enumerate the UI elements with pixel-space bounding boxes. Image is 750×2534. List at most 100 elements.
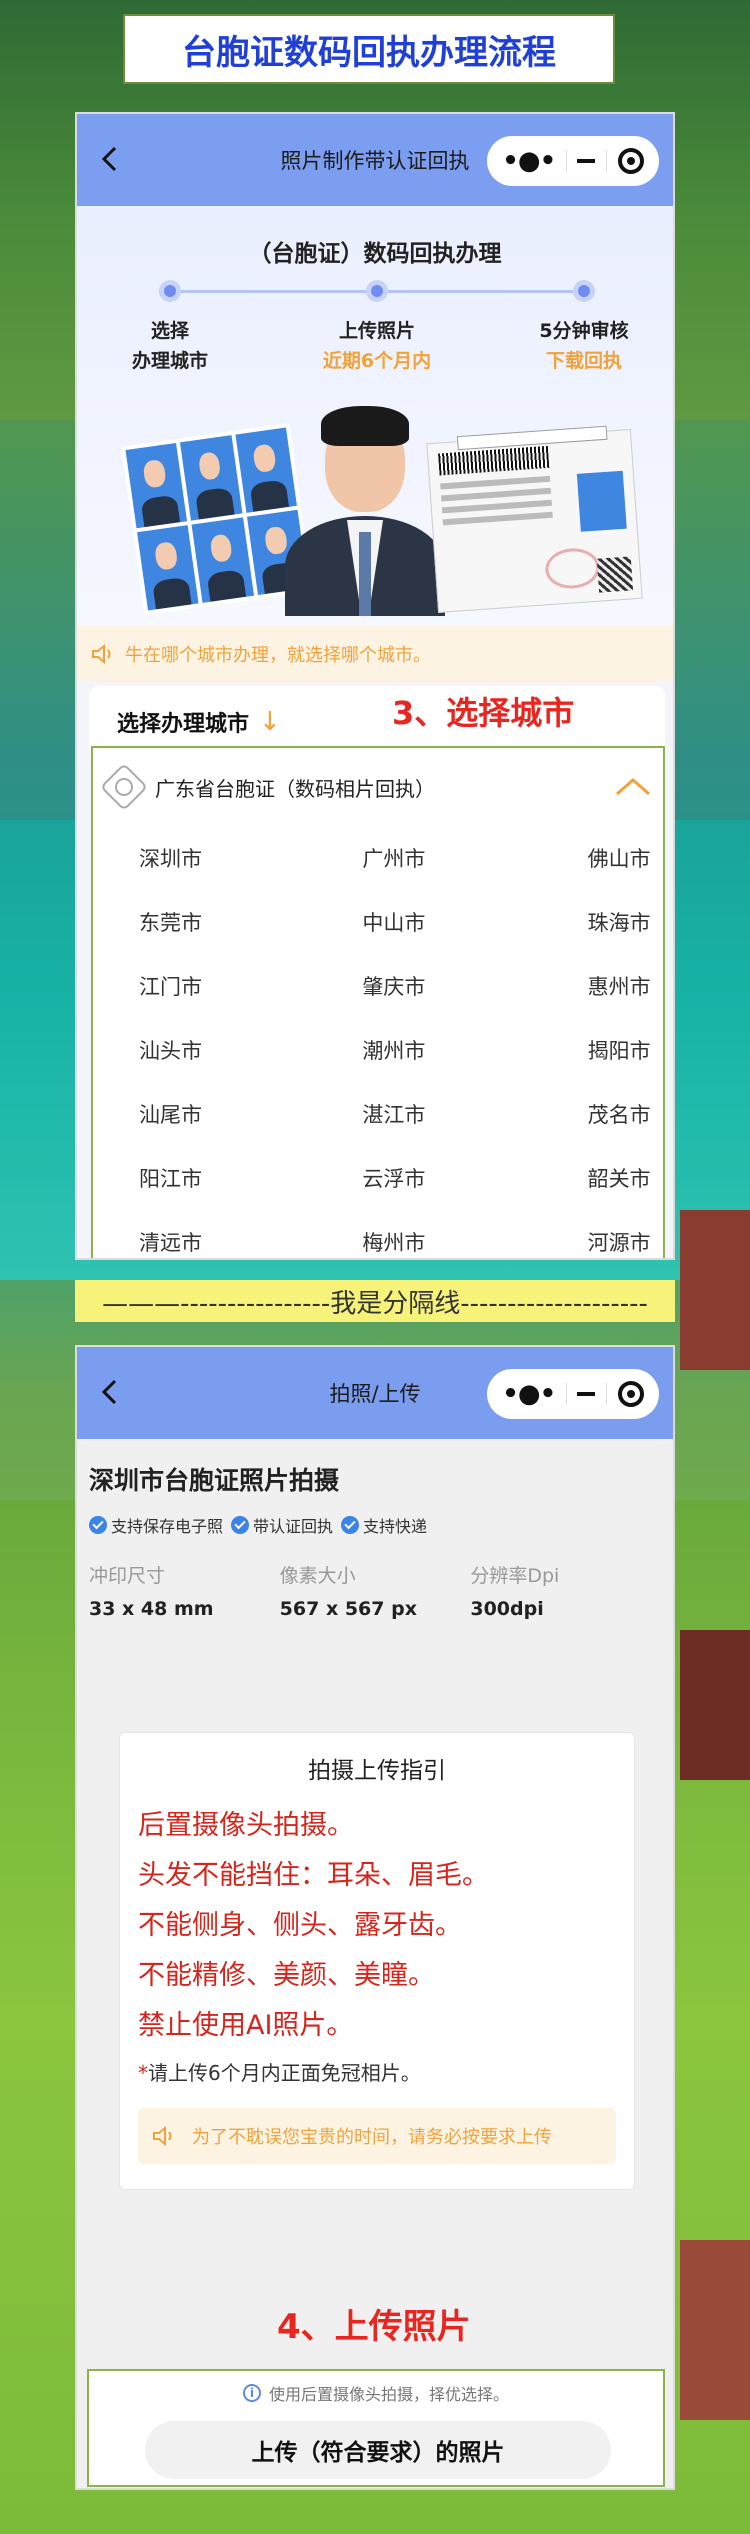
more-icon[interactable]: •●• bbox=[502, 1379, 556, 1409]
province-panel: 广东省台胞证（数码相片回执） 深圳市 广州市 佛山市东莞市 中山市 珠海市江门市 肇庆市惠… bbox=[91, 746, 665, 1258]
nav-bar: 拍照/上传 •●• bbox=[77, 1347, 673, 1439]
city-option[interactable]: 潮州市 bbox=[300, 1018, 481, 1082]
spec-label: 分辨率Dpi bbox=[470, 1565, 560, 1587]
step-sublabel: 近期6个月内 bbox=[322, 350, 432, 372]
page-title-box: 台胞证数码回执办理流程 bbox=[123, 14, 615, 84]
minimize-icon[interactable] bbox=[577, 1392, 596, 1396]
feature-tags: 支持保存电子照 带认证回执 支持快递 bbox=[89, 1513, 661, 1537]
guide-rule: 不能精修、美颜、美瞳。 bbox=[138, 1960, 435, 1991]
info-icon: i bbox=[242, 2384, 261, 2402]
guide-note-text: 请上传6个月内正面免冠相片。 bbox=[148, 2061, 421, 2085]
check-circle-icon bbox=[231, 1516, 250, 1534]
city-option[interactable]: 佛山市 bbox=[482, 826, 663, 890]
guide-title: 拍摄上传指引 bbox=[308, 1758, 446, 1784]
guide-rule: 头发不能挡住：耳朵、眉毛。 bbox=[138, 1860, 489, 1891]
feature-tag: 支持快递 bbox=[341, 1513, 427, 1537]
speaker-icon bbox=[152, 2125, 178, 2147]
background-house bbox=[680, 2240, 750, 2420]
city-option[interactable]: 茂名市 bbox=[482, 1082, 663, 1146]
city-option[interactable]: 肇庆市 bbox=[300, 954, 481, 1018]
upload-tip-text: 使用后置摄像头拍摄，择优选择。 bbox=[268, 2385, 509, 2404]
upload-body: 深圳市台胞证照片拍摄 支持保存电子照 带认证回执 支持快递 冲印尺寸 33 x … bbox=[77, 1461, 673, 1620]
close-target-icon[interactable] bbox=[617, 1381, 644, 1407]
guide-note: *请上传6个月内正面免冠相片。 bbox=[138, 2057, 616, 2086]
spec-value: 300dpi bbox=[470, 1598, 544, 1620]
city-option[interactable]: 云浮市 bbox=[300, 1146, 481, 1210]
city-option[interactable]: 河源市 bbox=[482, 1210, 663, 1258]
spec-value: 567 x 567 px bbox=[279, 1598, 417, 1620]
step-sublabel: 办理城市 bbox=[131, 350, 208, 372]
step-dot bbox=[366, 280, 388, 302]
capsule-divider bbox=[565, 150, 567, 172]
feature-tag: 带认证回执 bbox=[231, 1513, 333, 1537]
city-option[interactable]: 揭阳市 bbox=[482, 1018, 663, 1082]
sample-portrait bbox=[285, 406, 445, 616]
mini-program-capsule: •●• bbox=[487, 1369, 659, 1419]
more-icon[interactable]: •●• bbox=[502, 146, 556, 176]
process-header: （台胞证）数码回执办理 选择 办理城市 上传照片 近期6个月内 5分钟审核 下载… bbox=[77, 206, 673, 626]
step-select-city: 选择 办理城市 bbox=[85, 316, 255, 376]
city-option[interactable]: 梅州市 bbox=[300, 1210, 481, 1258]
back-icon[interactable] bbox=[95, 144, 125, 174]
city-option[interactable]: 汕尾市 bbox=[119, 1082, 300, 1146]
back-icon[interactable] bbox=[95, 1377, 125, 1407]
speaker-icon bbox=[91, 643, 117, 665]
spec-print-size: 冲印尺寸 33 x 48 mm bbox=[89, 1561, 280, 1620]
step-sublabel: 下载回执 bbox=[545, 350, 622, 372]
screen-select-city: 照片制作带认证回执 •●• （台胞证）数码回执办理 选择 办理城市 上传照片 近… bbox=[75, 112, 675, 1260]
city-option[interactable]: 江门市 bbox=[119, 954, 300, 1018]
feature-tag-label: 支持保存电子照 bbox=[111, 1517, 224, 1536]
city-option[interactable]: 清远市 bbox=[119, 1210, 300, 1258]
nav-title: 拍照/上传 bbox=[329, 1382, 421, 1406]
step-label: 上传照片 bbox=[338, 320, 415, 342]
city-option[interactable]: 东莞市 bbox=[119, 890, 300, 954]
photo-specs: 冲印尺寸 33 x 48 mm 像素大小 567 x 567 px 分辨率Dpi… bbox=[89, 1561, 661, 1620]
city-option[interactable]: 珠海市 bbox=[482, 890, 663, 954]
sample-receipt-image bbox=[426, 425, 643, 613]
capsule-divider bbox=[565, 1383, 567, 1405]
step-review: 5分钟审核 下载回执 bbox=[499, 316, 669, 376]
city-option[interactable]: 中山市 bbox=[300, 890, 481, 954]
screen-upload: 拍照/上传 •●• 深圳市台胞证照片拍摄 支持保存电子照 带认证回执 支持快递 … bbox=[75, 1345, 675, 2490]
city-option[interactable]: 阳江市 bbox=[119, 1146, 300, 1210]
capsule-divider bbox=[606, 150, 608, 172]
mini-program-capsule: •●• bbox=[487, 136, 659, 186]
city-option[interactable]: 深圳市 bbox=[119, 826, 300, 890]
upload-panel: i 使用后置摄像头拍摄，择优选择。 上传（符合要求）的照片 bbox=[87, 2369, 665, 2487]
background-house bbox=[680, 1630, 750, 1780]
spec-pixel-size: 像素大小 567 x 567 px bbox=[280, 1561, 471, 1620]
province-badge-icon bbox=[99, 762, 149, 812]
check-circle-icon bbox=[341, 1516, 360, 1534]
guide-warning-text: 为了不耽误您宝贵的时间，请务必按要求上传 bbox=[192, 2127, 552, 2148]
guide-rule: 不能侧身、侧头、露牙齿。 bbox=[138, 1910, 462, 1941]
city-option[interactable]: 广州市 bbox=[300, 826, 481, 890]
province-name: 广东省台胞证（数码相片回执） bbox=[155, 776, 435, 801]
guide-rule: 后置摄像头拍摄。 bbox=[138, 1810, 354, 1841]
guide-warning-bar: 为了不耽误您宝贵的时间，请务必按要求上传 bbox=[138, 2108, 616, 2164]
photo-spec-title: 深圳市台胞证照片拍摄 bbox=[89, 1466, 340, 1495]
minimize-icon[interactable] bbox=[577, 159, 596, 163]
guide-rule: 禁止使用AI照片。 bbox=[138, 2010, 354, 2041]
spec-label: 冲印尺寸 bbox=[89, 1565, 166, 1587]
chevron-up-icon[interactable] bbox=[613, 774, 653, 798]
background-house bbox=[680, 1210, 750, 1370]
province-header[interactable]: 广东省台胞证（数码相片回执） bbox=[93, 748, 663, 826]
city-option[interactable]: 汕头市 bbox=[119, 1018, 300, 1082]
feature-tag: 支持保存电子照 bbox=[89, 1513, 223, 1537]
process-heading: （台胞证）数码回执办理 bbox=[248, 241, 502, 267]
down-arrow-icon: ↓ bbox=[259, 707, 281, 737]
notice-bar: 牛在哪个城市办理，就选择哪个城市。 bbox=[77, 626, 673, 682]
capsule-divider bbox=[606, 1383, 608, 1405]
city-option[interactable]: 惠州市 bbox=[482, 954, 663, 1018]
shooting-guide-card: 拍摄上传指引 后置摄像头拍摄。 头发不能挡住：耳朵、眉毛。 不能侧身、侧头、露牙… bbox=[119, 1732, 635, 2190]
close-target-icon[interactable] bbox=[617, 148, 644, 174]
feature-tag-label: 支持快递 bbox=[363, 1517, 428, 1536]
city-option[interactable]: 韶关市 bbox=[482, 1146, 663, 1210]
upload-photo-button[interactable]: 上传（符合要求）的照片 bbox=[145, 2421, 611, 2479]
feature-tag-label: 带认证回执 bbox=[253, 1517, 334, 1536]
city-option[interactable]: 湛江市 bbox=[300, 1082, 481, 1146]
step-dot bbox=[573, 280, 595, 302]
separator-text: ———----------------我是分隔线----------------… bbox=[102, 1288, 648, 1319]
spec-dpi: 分辨率Dpi 300dpi bbox=[470, 1561, 661, 1620]
annotation-step4: 4、上传照片 bbox=[277, 2307, 471, 2347]
